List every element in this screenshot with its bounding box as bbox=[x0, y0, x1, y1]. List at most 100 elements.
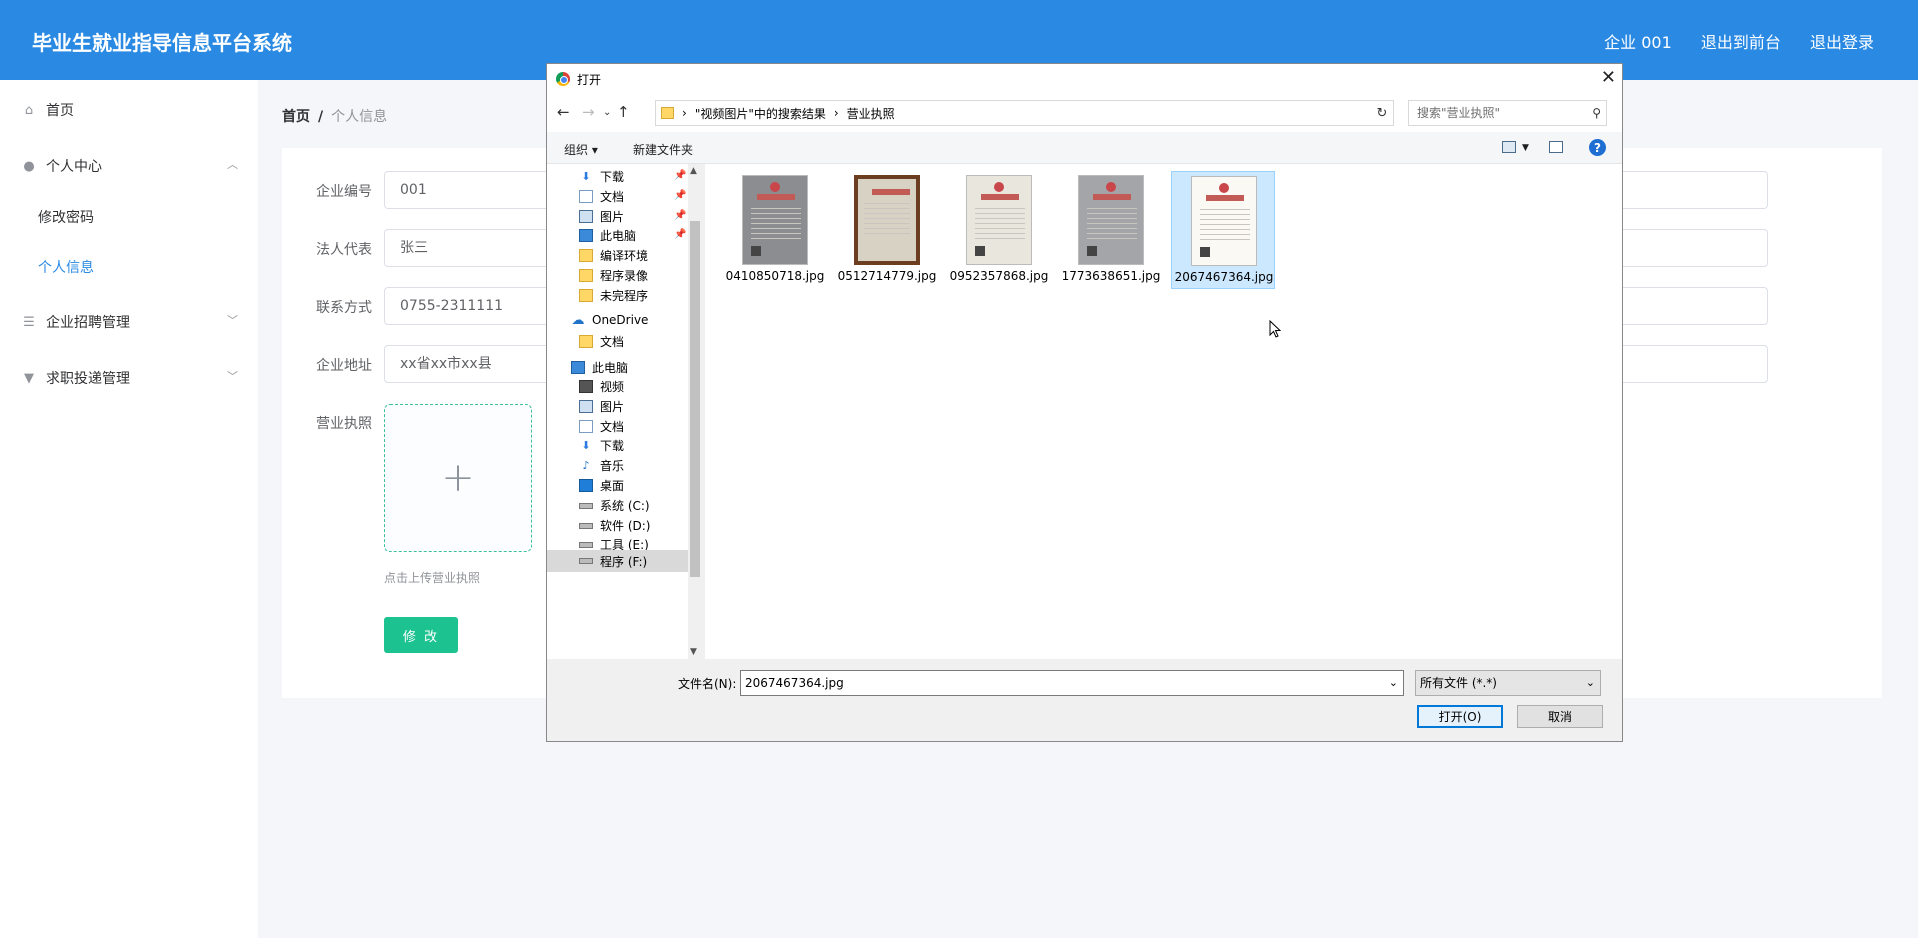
computer-icon bbox=[571, 361, 585, 374]
sidebar-item-home[interactable]: ⌂ 首页 bbox=[22, 100, 238, 120]
nav-item-pictures[interactable]: 图片 bbox=[579, 398, 624, 415]
home-icon: ⌂ bbox=[24, 102, 34, 118]
chevron-up-icon: ︿ bbox=[227, 158, 238, 171]
nav-item-drive-f[interactable]: 程序 (F:) bbox=[547, 550, 688, 572]
user-icon: ● bbox=[23, 158, 35, 174]
open-file-dialog: 打开 ✕ ← → ⌄ ↑ › "视频图片"中的搜索结果 › 营业执照 ⌄ ↻ 搜… bbox=[546, 63, 1623, 742]
sidebar-item-change-password[interactable]: 修改密码 bbox=[38, 207, 94, 227]
search-input[interactable]: 搜索"营业执照" ⚲ bbox=[1408, 100, 1607, 126]
file-item[interactable]: 0952357868.jpg bbox=[947, 171, 1051, 289]
nav-item-label: 此电脑 bbox=[600, 229, 637, 243]
preview-pane-icon[interactable] bbox=[1549, 141, 1563, 153]
nav-item-this-pc[interactable]: 此电脑 bbox=[571, 359, 628, 376]
nav-item-folder[interactable]: 文档 bbox=[579, 333, 624, 350]
open-button[interactable]: 打开(O) bbox=[1417, 705, 1503, 728]
folder-icon bbox=[579, 249, 593, 262]
nav-item-music[interactable]: ♪ 音乐 bbox=[579, 457, 624, 474]
path-segment[interactable]: 营业执照 bbox=[847, 105, 895, 122]
contact-label: 联系方式 bbox=[316, 300, 372, 316]
video-icon bbox=[579, 380, 593, 393]
image-thumbnail bbox=[966, 175, 1032, 265]
folder-icon bbox=[579, 335, 593, 348]
document-icon bbox=[579, 190, 593, 203]
back-to-frontend-link[interactable]: 退出到前台 bbox=[1701, 33, 1781, 52]
nav-item-documents[interactable]: 文档 bbox=[579, 188, 624, 205]
nav-item-label: 图片 bbox=[600, 210, 625, 224]
file-item-selected[interactable]: 2067467364.jpg bbox=[1171, 171, 1275, 289]
nav-item-drive-c[interactable]: 系统 (C:) bbox=[579, 497, 650, 514]
nav-scrollbar[interactable]: ▲ ▼ bbox=[688, 164, 702, 659]
image-thumbnail bbox=[742, 175, 808, 265]
breadcrumb-home[interactable]: 首页 bbox=[282, 109, 310, 125]
nav-item-downloads[interactable]: ⬇ 下载 bbox=[579, 437, 624, 454]
nav-item-desktop[interactable]: 桌面 bbox=[579, 477, 624, 494]
filetype-select[interactable]: 所有文件 (*.*) ⌄ bbox=[1415, 670, 1601, 696]
recent-dropdown-icon[interactable]: ⌄ bbox=[603, 107, 611, 118]
nav-item-pictures[interactable]: 图片 bbox=[579, 208, 624, 225]
address-toolbar: ← → ⌄ ↑ › "视频图片"中的搜索结果 › 营业执照 ⌄ ↻ 搜索"营业执… bbox=[547, 94, 1622, 132]
navigation-pane: ⬇ 下载 📌 文档 📌 图片 📌 此电脑 📌 编译环境 程序录像 未完程序 ☁ On… bbox=[547, 164, 702, 659]
nav-item-downloads[interactable]: ⬇ 下载 bbox=[579, 168, 624, 185]
help-icon[interactable]: ? bbox=[1589, 139, 1606, 156]
nav-item-label: 视频 bbox=[600, 380, 625, 394]
scroll-down-icon[interactable]: ▼ bbox=[690, 647, 697, 657]
new-folder-button[interactable]: 新建文件夹 bbox=[633, 141, 693, 158]
forward-arrow-icon[interactable]: → bbox=[582, 103, 595, 121]
sidebar-item-personal-center[interactable]: ● 个人中心 ︿ bbox=[22, 156, 238, 176]
file-item[interactable]: 0410850718.jpg bbox=[723, 171, 827, 289]
file-name: 2067467364.jpg bbox=[1174, 270, 1274, 284]
nav-item-onedrive[interactable]: ☁ OneDrive bbox=[571, 313, 649, 328]
nav-item-label: OneDrive bbox=[592, 313, 649, 327]
nav-item-folder[interactable]: 编译环境 bbox=[579, 247, 648, 264]
nav-item-folder[interactable]: 未完程序 bbox=[579, 287, 648, 304]
chevron-down-icon: ﹀ bbox=[227, 314, 238, 327]
sidebar-item-label: 企业招聘管理 bbox=[46, 315, 130, 331]
dialog-footer: 文件名(N): 2067467364.jpg ⌄ 所有文件 (*.*) ⌄ 打开… bbox=[547, 659, 1622, 741]
nav-item-label: 此电脑 bbox=[592, 361, 629, 375]
nav-item-videos[interactable]: 视频 bbox=[579, 378, 624, 395]
nav-item-label: 文档 bbox=[600, 420, 625, 434]
path-segment[interactable]: "视频图片"中的搜索结果 bbox=[695, 105, 826, 122]
up-arrow-icon[interactable]: ↑ bbox=[617, 103, 630, 121]
nav-item-label: 文档 bbox=[600, 190, 625, 204]
file-list: 0410850718.jpg 0512714779.jpg 0952357868… bbox=[705, 164, 1622, 659]
picture-icon bbox=[579, 400, 593, 413]
image-thumbnail bbox=[854, 175, 920, 265]
download-icon: ⬇ bbox=[581, 170, 591, 183]
chevron-right-icon: › bbox=[833, 106, 839, 120]
search-placeholder: 搜索"营业执照" bbox=[1417, 106, 1501, 120]
scroll-up-icon[interactable]: ▲ bbox=[690, 166, 697, 176]
folder-icon bbox=[661, 107, 674, 119]
sidebar-item-personal-info[interactable]: 个人信息 bbox=[38, 257, 94, 277]
file-name: 0512714779.jpg bbox=[837, 269, 937, 283]
nav-item-drive-d[interactable]: 软件 (D:) bbox=[579, 517, 650, 534]
organize-menu[interactable]: 组织 ▾ bbox=[564, 141, 598, 158]
chevron-down-icon[interactable]: ▼ bbox=[1522, 143, 1529, 153]
nav-item-documents[interactable]: 文档 bbox=[579, 418, 624, 435]
nav-item-label: 系统 (C:) bbox=[600, 499, 650, 513]
refresh-icon[interactable]: ↻ bbox=[1371, 100, 1394, 126]
sidebar-item-recruit-mgmt[interactable]: ☰ 企业招聘管理 ﹀ bbox=[22, 312, 238, 332]
close-icon[interactable]: ✕ bbox=[1601, 67, 1616, 88]
chrome-icon bbox=[556, 72, 570, 86]
user-menu[interactable]: 企业 001 bbox=[1604, 33, 1672, 52]
scroll-thumb[interactable] bbox=[690, 221, 700, 577]
logout-link[interactable]: 退出登录 bbox=[1810, 33, 1874, 52]
image-thumbnail bbox=[1191, 176, 1257, 266]
license-upload[interactable]: + bbox=[384, 404, 532, 552]
address-bar[interactable]: › "视频图片"中的搜索结果 › 营业执照 ⌄ bbox=[655, 100, 1394, 126]
view-mode-icon[interactable] bbox=[1502, 141, 1516, 153]
sidebar-item-label: 首页 bbox=[46, 103, 74, 119]
pin-icon: 📌 bbox=[674, 190, 687, 201]
nav-item-folder[interactable]: 程序录像 bbox=[579, 267, 648, 284]
picture-icon bbox=[579, 210, 593, 223]
file-item[interactable]: 1773638651.jpg bbox=[1059, 171, 1163, 289]
modify-button[interactable]: 修 改 bbox=[384, 617, 458, 653]
chevron-down-icon[interactable]: ⌄ bbox=[1389, 671, 1398, 695]
cancel-button[interactable]: 取消 bbox=[1517, 705, 1603, 728]
back-arrow-icon[interactable]: ← bbox=[557, 103, 570, 121]
filename-field[interactable]: 2067467364.jpg ⌄ bbox=[740, 670, 1404, 696]
sidebar-item-job-apply-mgmt[interactable]: ▼ 求职投递管理 ﹀ bbox=[22, 368, 238, 388]
file-item[interactable]: 0512714779.jpg bbox=[835, 171, 939, 289]
nav-item-this-pc[interactable]: 此电脑 bbox=[579, 227, 636, 244]
